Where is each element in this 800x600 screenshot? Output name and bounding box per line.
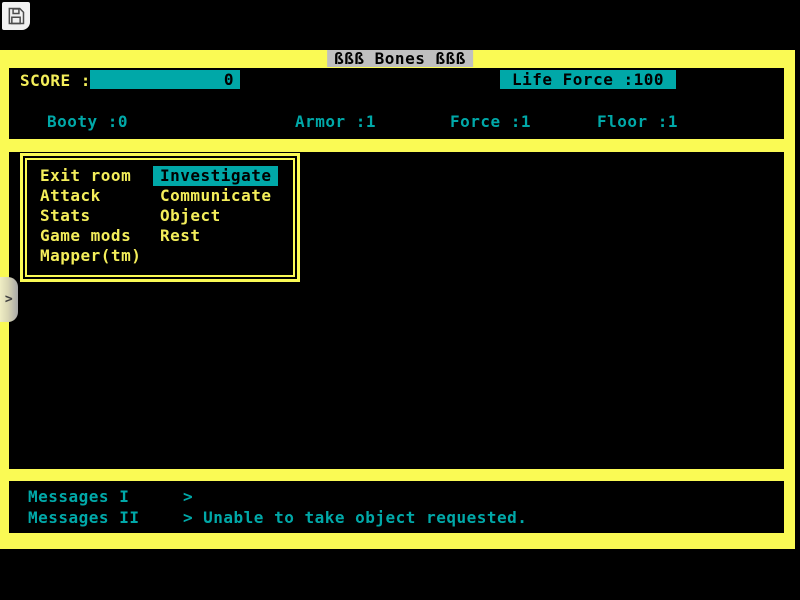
messages-2-text: Unable to take object requested.: [203, 508, 527, 527]
action-menu: Exit room Attack Stats Game mods Mapper(…: [20, 153, 300, 282]
menu-item-stats[interactable]: Stats: [40, 206, 160, 226]
stat-force: Force :1: [450, 112, 531, 131]
messages-2-body: > Unable to take object requested.: [183, 509, 527, 527]
messages-1-body: >: [183, 488, 203, 506]
menu-item-game-mods[interactable]: Game mods: [40, 226, 160, 246]
menu-item-attack[interactable]: Attack: [40, 186, 160, 206]
messages-panel: Messages I > Messages II > Unable to take…: [9, 481, 784, 533]
stat-floor: Floor :1: [597, 112, 678, 131]
menu-item-exit-room[interactable]: Exit room: [40, 166, 160, 186]
floppy-disk-icon: [6, 6, 26, 26]
stat-armor: Armor :1: [295, 112, 376, 131]
messages-1-prompt: >: [183, 487, 193, 506]
save-button[interactable]: [2, 2, 30, 30]
game-screen: ßßß Bones ßßß SCORE : 0 Life Force :100 …: [0, 0, 800, 600]
menu-column-left: Exit room Attack Stats Game mods Mapper(…: [40, 166, 160, 275]
messages-2-label: Messages II: [28, 509, 139, 527]
menu-item-mapper[interactable]: Mapper(tm): [40, 246, 160, 266]
chevron-right-icon: >: [5, 292, 13, 307]
menu-column-right: Investigate Communicate Object Rest: [160, 166, 278, 275]
menu-item-object[interactable]: Object: [160, 206, 278, 226]
messages-1-label: Messages I: [28, 488, 129, 506]
action-menu-inner: Exit room Attack Stats Game mods Mapper(…: [25, 158, 295, 277]
window-title: ßßß Bones ßßß: [327, 50, 473, 67]
score-bar: 0: [90, 70, 240, 89]
menu-item-communicate[interactable]: Communicate: [160, 186, 278, 206]
menu-item-investigate[interactable]: Investigate: [160, 166, 278, 186]
messages-2-prompt: >: [183, 508, 193, 527]
stat-booty: Booty :0: [47, 112, 128, 131]
menu-item-rest[interactable]: Rest: [160, 226, 278, 246]
main-panel: Exit room Attack Stats Game mods Mapper(…: [9, 152, 784, 469]
stats-panel: SCORE : 0 Life Force :100 Booty :0 Armor…: [9, 68, 784, 139]
life-force-badge: Life Force :100: [500, 70, 676, 89]
score-value: 0: [224, 70, 234, 89]
sidebar-toggle-tab[interactable]: >: [0, 277, 18, 322]
score-label: SCORE :: [20, 71, 91, 90]
